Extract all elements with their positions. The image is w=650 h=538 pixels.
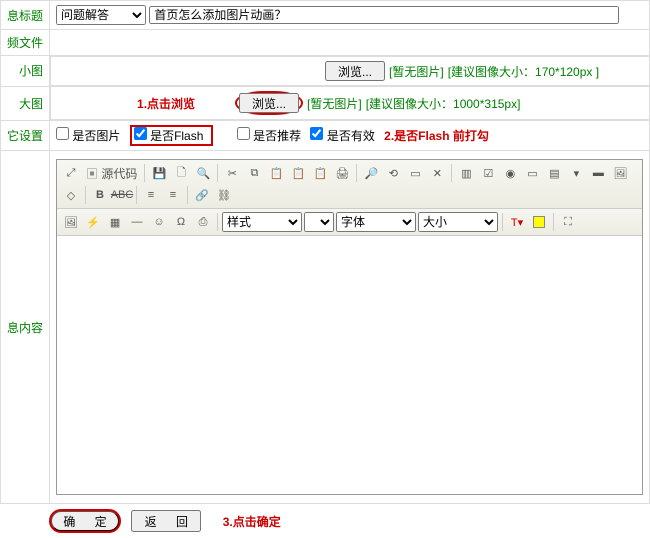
check-rec[interactable]: 是否推荐 bbox=[237, 129, 301, 143]
button-icon[interactable]: ▬ bbox=[588, 163, 608, 183]
big-browse-button[interactable]: 浏览... bbox=[239, 93, 299, 113]
align-center-icon[interactable]: ≡ bbox=[163, 185, 183, 205]
check-valid[interactable]: 是否有效 bbox=[310, 129, 374, 143]
row-title-cell: 问题解答 bbox=[50, 1, 650, 30]
row-settings-cell: 是否图片 是否Flash 是否推荐 是否有效 2.是否Flash 前打勾 bbox=[50, 121, 650, 151]
selectall-icon[interactable]: ▭ bbox=[405, 163, 425, 183]
row-content-label: 息内容 bbox=[1, 151, 50, 504]
textarea-icon[interactable]: ▤ bbox=[544, 163, 564, 183]
new-icon[interactable]: 🗋 bbox=[171, 163, 191, 183]
form-icon[interactable]: ▥ bbox=[456, 163, 476, 183]
font-select[interactable]: 字体 bbox=[336, 212, 416, 232]
flash-icon[interactable]: ⚡ bbox=[83, 212, 103, 232]
textcolor-icon[interactable]: T▾ bbox=[507, 212, 527, 232]
unlink-icon[interactable]: ⛓ bbox=[214, 185, 234, 205]
checkbox-icon[interactable]: ☑ bbox=[478, 163, 498, 183]
copy-icon[interactable]: ⧉ bbox=[244, 163, 264, 183]
row-content-cell: ⤢ ▣ 源代码 💾 🗋 🔍 ✂ ⧉ 📋 📋 📋 🖨 🔎 ⟲ bbox=[50, 151, 650, 504]
row-video-cell bbox=[50, 30, 650, 56]
row-small-cell: 浏览... [暂无图片] [建议图像大小：170*120px ] bbox=[50, 56, 649, 86]
radio-icon[interactable]: ◉ bbox=[500, 163, 520, 183]
style-select[interactable]: 样式 bbox=[222, 212, 302, 232]
save-icon[interactable]: 💾 bbox=[149, 163, 169, 183]
ok-button[interactable]: 确 定 bbox=[50, 510, 120, 532]
preview-icon[interactable]: 🔍 bbox=[193, 163, 213, 183]
bgcolor-icon[interactable] bbox=[529, 212, 549, 232]
row-title-label: 息标题 bbox=[1, 1, 50, 30]
footer: 确 定 返 回 3.点击确定 bbox=[0, 504, 650, 538]
editor-toolbar-1: ⤢ ▣ 源代码 💾 🗋 🔍 ✂ ⧉ 📋 📋 📋 🖨 🔎 ⟲ bbox=[57, 160, 642, 209]
small-browse-button[interactable]: 浏览... bbox=[325, 61, 385, 81]
row-settings-label: 它设置 bbox=[1, 121, 50, 151]
row-small-label: 小图 bbox=[1, 56, 50, 87]
image-icon[interactable]: 🖼 bbox=[610, 163, 630, 183]
strike-icon[interactable]: ABC bbox=[112, 185, 132, 205]
format-select[interactable] bbox=[304, 212, 334, 232]
size-select[interactable]: 大小 bbox=[418, 212, 498, 232]
editor-content[interactable] bbox=[57, 236, 642, 491]
row-big-label: 大图 bbox=[1, 86, 50, 121]
insert-image-icon[interactable]: 🖼 bbox=[61, 212, 81, 232]
small-hint-size: [建议图像大小：170*120px ] bbox=[448, 63, 599, 80]
print-icon[interactable]: 🖨 bbox=[332, 163, 352, 183]
back-button[interactable]: 返 回 bbox=[131, 510, 201, 532]
source-button[interactable]: ▣ 源代码 bbox=[83, 165, 140, 182]
row-video-label: 频文件 bbox=[1, 30, 50, 56]
clear-icon[interactable]: ✕ bbox=[427, 163, 447, 183]
big-hint-size: [建议图像大小：1000*315px] bbox=[366, 95, 521, 112]
textfield-icon[interactable]: ▭ bbox=[522, 163, 542, 183]
check-flash[interactable]: 是否Flash bbox=[134, 129, 204, 143]
form-table: 息标题 问题解答 频文件 小图 浏览... [暂无图片] [建议图像大小：170… bbox=[0, 0, 650, 504]
big-hint-noimg: [暂无图片] bbox=[307, 95, 362, 112]
paste3-icon[interactable]: 📋 bbox=[310, 163, 330, 183]
category-select[interactable]: 问题解答 bbox=[56, 5, 146, 25]
hr-icon[interactable]: — bbox=[127, 212, 147, 232]
find-icon[interactable]: 🔎 bbox=[361, 163, 381, 183]
note-2: 2.是否Flash 前打勾 bbox=[384, 129, 489, 143]
table-icon[interactable]: ▦ bbox=[105, 212, 125, 232]
paste2-icon[interactable]: 📋 bbox=[288, 163, 308, 183]
note-1: 1.点击浏览 bbox=[137, 95, 195, 112]
pagebreak-icon[interactable]: ⎙ bbox=[193, 212, 213, 232]
paste-icon[interactable]: 📋 bbox=[266, 163, 286, 183]
rich-editor: ⤢ ▣ 源代码 💾 🗋 🔍 ✂ ⧉ 📋 📋 📋 🖨 🔎 ⟲ bbox=[56, 159, 643, 495]
hidden-icon[interactable]: ◇ bbox=[61, 185, 81, 205]
editor-toolbar-2: 🖼 ⚡ ▦ — ☺ Ω ⎙ 样式 字体 大小 T▾ ⛶ bbox=[57, 209, 642, 236]
smiley-icon[interactable]: ☺ bbox=[149, 212, 169, 232]
row-big-cell: 1.点击浏览 浏览... [暂无图片] [建议图像大小：1000*315px] bbox=[50, 86, 649, 120]
small-hint-noimg: [暂无图片] bbox=[389, 63, 444, 80]
check-pic[interactable]: 是否图片 bbox=[56, 129, 120, 143]
align-left-icon[interactable]: ≡ bbox=[141, 185, 161, 205]
link-icon[interactable]: 🔗 bbox=[192, 185, 212, 205]
expand-icon[interactable]: ⤢ bbox=[61, 163, 81, 183]
maximize-icon[interactable]: ⛶ bbox=[558, 212, 578, 232]
cut-icon[interactable]: ✂ bbox=[222, 163, 242, 183]
select-icon[interactable]: ▾ bbox=[566, 163, 586, 183]
note-3: 3.点击确定 bbox=[223, 515, 281, 529]
special-icon[interactable]: Ω bbox=[171, 212, 191, 232]
replace-icon[interactable]: ⟲ bbox=[383, 163, 403, 183]
title-input[interactable] bbox=[149, 6, 619, 24]
bold-icon[interactable]: B bbox=[90, 185, 110, 205]
